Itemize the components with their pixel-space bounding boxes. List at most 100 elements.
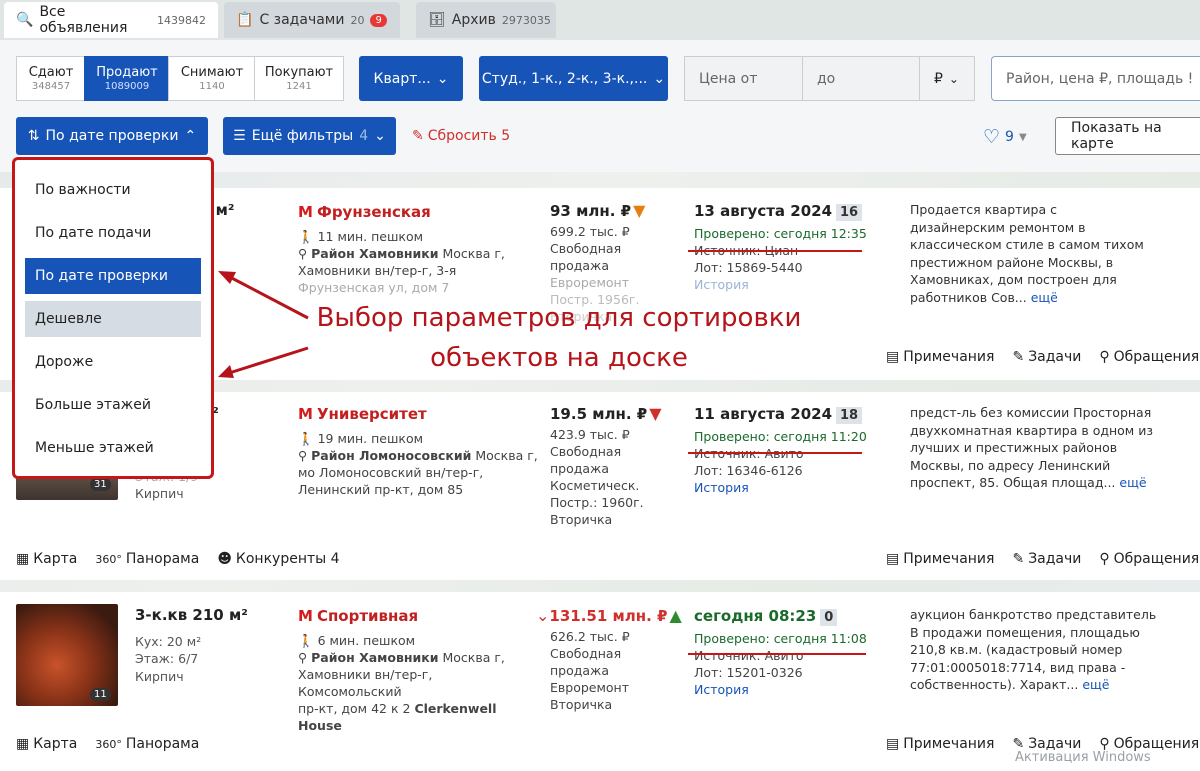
chevron-down-icon: ⌄ [436, 70, 449, 87]
currency-select[interactable]: ₽ ⌄ [919, 56, 975, 101]
sort-button[interactable]: ⇅ По дате проверки ⌃ [16, 117, 208, 155]
price-block: 19.5 млн. ₽ ▼ 423.9 тыс. ₽ Свободная прод… [550, 404, 662, 527]
metro-station: M Университет [298, 405, 427, 423]
deal-sell[interactable]: Продают 1089009 [84, 56, 170, 101]
card-actions: ▤ Примечания ✎ Задачи ⚲ Обращения [886, 551, 1199, 567]
competitors-link[interactable]: ☻ Конкуренты 4 [217, 551, 339, 567]
location-block: 🚶 6 мин. пешком ⚲ Район Хамовники Москва… [298, 633, 505, 733]
history-link[interactable]: История [694, 479, 867, 496]
more-link[interactable]: ещё [1082, 677, 1109, 692]
listing-photo[interactable]: 11 [16, 604, 118, 706]
date-block: сегодня 08:23 0 Проверено: сегодня 11:08 … [694, 607, 867, 698]
sort-option-more-floors[interactable]: Больше этажей [25, 387, 201, 423]
notes-icon: ▤ [886, 349, 900, 365]
listing-card[interactable]: 11 3-к.кв 210 м² Кух: 20 м² Этаж: 6/7 Ки… [0, 592, 1200, 771]
highlight-underline [688, 250, 862, 252]
history-link[interactable]: История [694, 276, 867, 293]
requests-button[interactable]: ⚲ Обращения [1099, 349, 1199, 365]
deal-buy[interactable]: Покупают 1241 [254, 56, 344, 101]
more-link[interactable]: ещё [1119, 475, 1146, 490]
map-link[interactable]: ▦ Карта [16, 736, 77, 752]
search-doc-icon: 🔍 [16, 12, 34, 28]
thumbs-down-icon: ▼ [649, 404, 662, 423]
requests-icon: ⚲ [1099, 551, 1110, 567]
notes-button[interactable]: ▤ Примечания [886, 736, 994, 752]
walk-icon: 🚶 [298, 229, 314, 244]
history-link[interactable]: История [694, 681, 867, 698]
eraser-icon: ✎ [412, 128, 424, 144]
panorama-link[interactable]: 360° Панорама [95, 736, 199, 752]
sort-dropdown: По важности По дате подачи По дате прове… [12, 157, 214, 479]
description: аукцион банкротство представитель В прод… [910, 607, 1157, 692]
edit-icon: ✎ [1012, 349, 1025, 365]
sort-option-posted-date[interactable]: По дате подачи [25, 215, 201, 251]
chevron-down-icon: ⌄ [653, 70, 666, 87]
metro-icon: M [298, 405, 313, 423]
deal-rent[interactable]: Снимают 1140 [168, 56, 256, 101]
chevron-down-icon: ⌄ [374, 128, 386, 144]
date-block: 13 августа 2024 16 Проверено: сегодня 12:… [694, 202, 867, 293]
more-filters-button[interactable]: ☰ Ещё фильтры 4 ⌄ [223, 117, 396, 155]
highlight-underline [688, 452, 862, 454]
panorama-link[interactable]: 360° Панорама [95, 551, 199, 567]
walk-icon: 🚶 [298, 633, 314, 648]
show-on-map-button[interactable]: Показать на карте [1055, 117, 1200, 155]
price-from-input[interactable]: Цена от [684, 56, 803, 101]
pin-icon: ⚲ [298, 448, 308, 463]
chevron-up-icon: ⌃ [184, 128, 197, 144]
annotation-arrows [218, 271, 309, 378]
rooms-select[interactable]: Студ., 1-к., 2-к., 3-к.,... ⌄ [479, 56, 668, 101]
search-input[interactable]: Район, цена ₽, площадь ! [991, 56, 1200, 101]
tasks-button[interactable]: ✎ Задачи [1012, 551, 1081, 567]
sort-option-importance[interactable]: По важности [25, 172, 201, 208]
sort-option-checked-date[interactable]: По дате проверки [25, 258, 201, 294]
panorama-360-icon: 360° [95, 737, 122, 751]
chevron-down-icon: ⌄ [948, 71, 959, 86]
favorites-button[interactable]: ♡ 9 ▼ [983, 126, 1027, 148]
tasks-button[interactable]: ✎ Задачи [1012, 349, 1081, 365]
price-block: ⌄131.51 млн. ₽ ▲ 626.2 тыс. ₽ Свободная п… [536, 606, 682, 712]
tab-all[interactable]: 🔍 Все объявления 1439842 [4, 2, 218, 38]
notes-button[interactable]: ▤ Примечания [886, 349, 994, 365]
sliders-icon: ☰ [233, 128, 246, 144]
clipboard-icon: 📋 [236, 12, 254, 28]
metro-station: M Фрунзенская [298, 203, 431, 221]
sort-option-fewer-floors[interactable]: Меньше этажей [25, 430, 201, 466]
tab-tasks[interactable]: 📋 С задачами 20 9 [224, 2, 400, 38]
highlight-underline [688, 653, 866, 655]
metro-icon: M [298, 607, 313, 625]
price-down-icon: ⌄ [536, 606, 550, 625]
people-icon: ☻ [217, 551, 232, 567]
reset-filters-link[interactable]: ✎ Сбросить 5 [412, 128, 510, 144]
windows-watermark: Активация Windows [1015, 750, 1151, 765]
tab-archive[interactable]: 🗄 Архив 2973035 [416, 2, 556, 38]
requests-button[interactable]: ⚲ Обращения [1099, 551, 1199, 567]
pin-icon: ⚲ [298, 650, 308, 665]
sort-icon: ⇅ [27, 128, 40, 144]
card-actions: ▤ Примечания ✎ Задачи ⚲ Обращения [886, 349, 1199, 365]
description: Продается квартира с дизайнерским ремонт… [910, 202, 1144, 305]
price-to-input[interactable]: до [802, 56, 920, 101]
property-type-select[interactable]: Кварт... ⌄ [359, 56, 463, 101]
map-icon: ▦ [16, 551, 30, 567]
thumbs-down-icon: ▼ [633, 201, 646, 220]
date-block: 11 августа 2024 18 Проверено: сегодня 11:… [694, 405, 867, 496]
map-icon: ▦ [16, 736, 30, 752]
more-link[interactable]: ещё [1031, 290, 1058, 305]
notes-button[interactable]: ▤ Примечания [886, 551, 994, 567]
card-links: ▦ Карта 360° Панорама [16, 736, 199, 752]
sort-option-expensive[interactable]: Дороже [25, 344, 201, 380]
map-link[interactable]: ▦ Карта [16, 551, 77, 567]
heart-search-icon: ♡ [983, 126, 1001, 148]
notes-icon: ▤ [886, 736, 900, 752]
location-block: 🚶 11 мин. пешком ⚲ Район Хамовники Москв… [298, 229, 505, 295]
sort-option-cheaper[interactable]: Дешевле [25, 301, 201, 337]
notes-icon: ▤ [886, 551, 900, 567]
deal-rent-out[interactable]: Сдают 348457 [16, 56, 86, 101]
edit-icon: ✎ [1012, 551, 1025, 567]
metro-station: M Спортивная [298, 607, 419, 625]
requests-icon: ⚲ [1099, 349, 1110, 365]
thumbs-up-icon: ▲ [669, 606, 682, 625]
location-block: 🚶 19 мин. пешком ⚲ Район Ломоносовский М… [298, 431, 538, 497]
description: предст-ль без комиссии Просторная двухко… [910, 405, 1153, 490]
